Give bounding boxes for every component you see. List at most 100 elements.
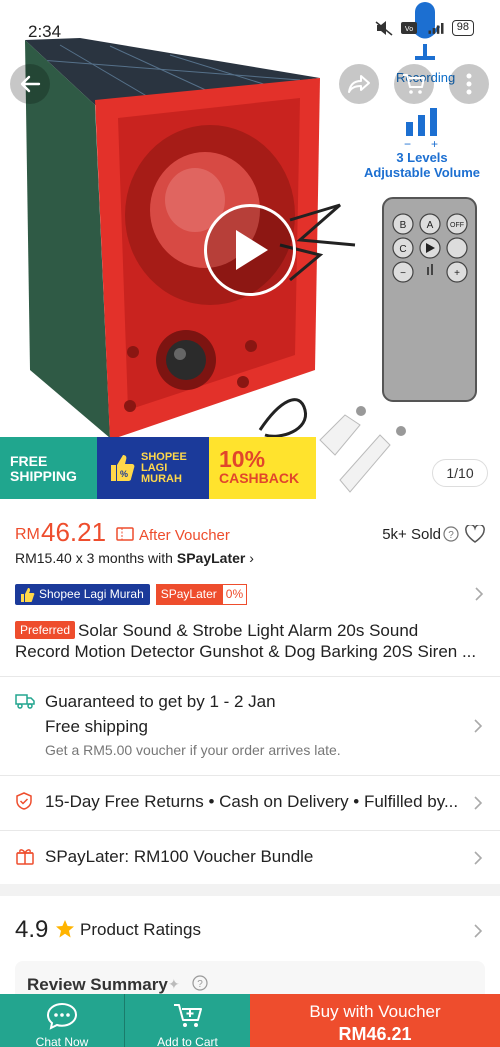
shield-check-icon <box>16 792 32 810</box>
truck-icon <box>15 694 35 709</box>
cart-button[interactable] <box>394 64 434 104</box>
svg-text:−: − <box>404 137 411 151</box>
svg-text:+: + <box>431 137 438 151</box>
divider <box>0 830 500 831</box>
add-cart-icon <box>173 1004 202 1027</box>
paylater-installment[interactable]: RM15.40 x 3 months with SPayLater › <box>15 550 254 566</box>
section-gap <box>0 884 500 896</box>
promo-free-shipping-line2: SHIPPING <box>10 468 77 484</box>
play-video-button[interactable] <box>204 204 296 296</box>
svg-text:+: + <box>454 268 460 279</box>
back-button[interactable] <box>10 64 50 104</box>
svg-text:%: % <box>120 469 128 479</box>
free-shipping-label: Free shipping <box>45 717 149 736</box>
mute-icon <box>375 21 393 36</box>
buy-price: RM46.21 <box>338 1024 412 1044</box>
levels-line-2: Adjustable Volume <box>363 165 481 180</box>
voucher-icon <box>116 527 134 541</box>
thumbs-up-percent-icon: % <box>111 455 135 481</box>
svg-text:Vo: Vo <box>405 26 413 33</box>
svg-text:A: A <box>427 220 434 231</box>
promo-cashback-value: 10% <box>219 446 266 472</box>
status-icons: Vo 98 <box>374 20 474 36</box>
promo-free-shipping: FREE SHIPPING <box>0 437 97 499</box>
help-icon[interactable]: ? <box>192 975 208 991</box>
divider <box>0 775 500 776</box>
review-summary-title: Review Summary <box>27 975 168 994</box>
product-title: Preferred Solar Sound & Strobe Light Alar… <box>15 620 485 662</box>
svg-text:−: − <box>400 268 406 279</box>
battery-icon: 98 <box>451 20 474 36</box>
share-icon <box>348 75 370 93</box>
promo-tags[interactable]: Shopee Lagi Murah SPayLater 0% <box>15 584 248 606</box>
late-voucher-note: Get a RM5.00 voucher if your order arriv… <box>45 742 341 758</box>
bottom-action-bar: Chat Now Add to Cart Buy with Voucher RM… <box>0 994 500 1047</box>
play-icon <box>236 230 268 270</box>
signal-icon <box>428 23 444 34</box>
promo-cashback: 10% CASHBACK <box>209 437 316 499</box>
price-currency: RM <box>15 526 40 543</box>
chat-now-label: Chat Now <box>35 1035 89 1047</box>
paylater-brand: SPayLater <box>176 550 246 566</box>
help-icon[interactable]: ? <box>443 526 459 542</box>
returns-row[interactable]: 15-Day Free Returns • Cash on Delivery •… <box>15 788 485 818</box>
tag-shopee-lagi-murah-label: Shopee Lagi Murah <box>39 587 144 601</box>
status-time: 2:34 <box>28 22 62 41</box>
chevron-right-icon[interactable] <box>474 586 484 602</box>
arrow-left-icon <box>20 75 41 93</box>
levels-line-1: 3 Levels <box>396 150 448 165</box>
buy-with-voucher-label: Buy with Voucher <box>309 1002 441 1021</box>
price-value: 46.21 <box>41 517 107 547</box>
buy-with-voucher-button[interactable]: Buy with Voucher RM46.21 <box>250 994 500 1047</box>
preferred-badge: Preferred <box>15 621 76 639</box>
cart-icon <box>403 74 425 94</box>
price-row: RM 46.21 After Voucher 5k+ Sold ? <box>15 517 485 547</box>
product-ratings-row[interactable]: 4.9 Product Ratings <box>15 916 485 946</box>
voucher-bundle-text: SPayLater: RM100 Voucher Bundle <box>45 847 314 866</box>
sparkle-icon: ✦ <box>168 976 180 992</box>
chat-now-button[interactable]: Chat Now <box>0 994 124 1047</box>
chevron-right-icon <box>474 851 483 865</box>
promo-shopee-line3: MURAH <box>141 472 182 485</box>
star-icon <box>56 920 74 938</box>
chevron-right-icon <box>474 924 483 938</box>
svg-text:C: C <box>399 244 406 255</box>
tag-shopee-lagi-murah: Shopee Lagi Murah <box>15 584 150 605</box>
shipping-info-row[interactable]: Guaranteed to get by 1 - 2 Jan Free ship… <box>15 690 485 770</box>
heart-icon[interactable] <box>465 525 485 543</box>
svg-text:?: ? <box>197 979 203 990</box>
image-counter: 1/10 <box>432 459 488 487</box>
product-title-line1: Solar Sound & Strobe Light Alarm 20s Sou… <box>78 621 419 640</box>
tag-spaylater-label: SPayLater <box>155 584 222 605</box>
volte-icon: Vo <box>400 22 417 34</box>
volume-levels-caption: 3 Levels Adjustable Volume <box>362 150 482 180</box>
svg-text:?: ? <box>448 530 454 541</box>
sold-count: 5k+ Sold <box>382 526 441 543</box>
divider <box>0 676 500 677</box>
tag-spaylater-pct: 0% <box>221 584 248 605</box>
promo-shopee-lagi-murah: % SHOPEE LAGI MURAH <box>97 437 209 499</box>
promo-shopee-line2: LAGI <box>141 461 168 474</box>
add-to-cart-label: Add to Cart <box>157 1035 218 1047</box>
chat-icon <box>46 1002 78 1030</box>
paylater-chevron: › <box>245 550 254 566</box>
thumbs-up-icon <box>21 587 35 602</box>
more-button[interactable] <box>449 64 489 104</box>
more-vertical-icon <box>466 73 472 95</box>
status-bar: 2:34 Vo 98 <box>0 0 500 50</box>
delivery-guarantee: Guaranteed to get by 1 - 2 Jan <box>45 692 276 711</box>
promo-cashback-label: CASHBACK <box>219 470 300 486</box>
returns-text: 15-Day Free Returns • Cash on Delivery •… <box>45 792 459 811</box>
paylater-prefix: RM15.40 x 3 months with <box>15 550 177 566</box>
ratings-label: Product Ratings <box>80 920 201 939</box>
promo-free-shipping-line1: FREE <box>10 453 48 469</box>
voucher-bundle-row[interactable]: SPayLater: RM100 Voucher Bundle <box>15 843 485 873</box>
chevron-right-icon <box>474 796 483 810</box>
add-to-cart-button[interactable]: Add to Cart <box>124 994 250 1047</box>
rating-score: 4.9 <box>15 916 49 943</box>
share-button[interactable] <box>339 64 379 104</box>
tag-spaylater: SPayLater 0% <box>155 584 248 605</box>
gift-icon <box>16 849 34 865</box>
svg-text:B: B <box>400 220 407 231</box>
product-media[interactable]: B A OFF C − + − + 2:34 Vo 98 Recording 3 Lev <box>0 0 500 500</box>
